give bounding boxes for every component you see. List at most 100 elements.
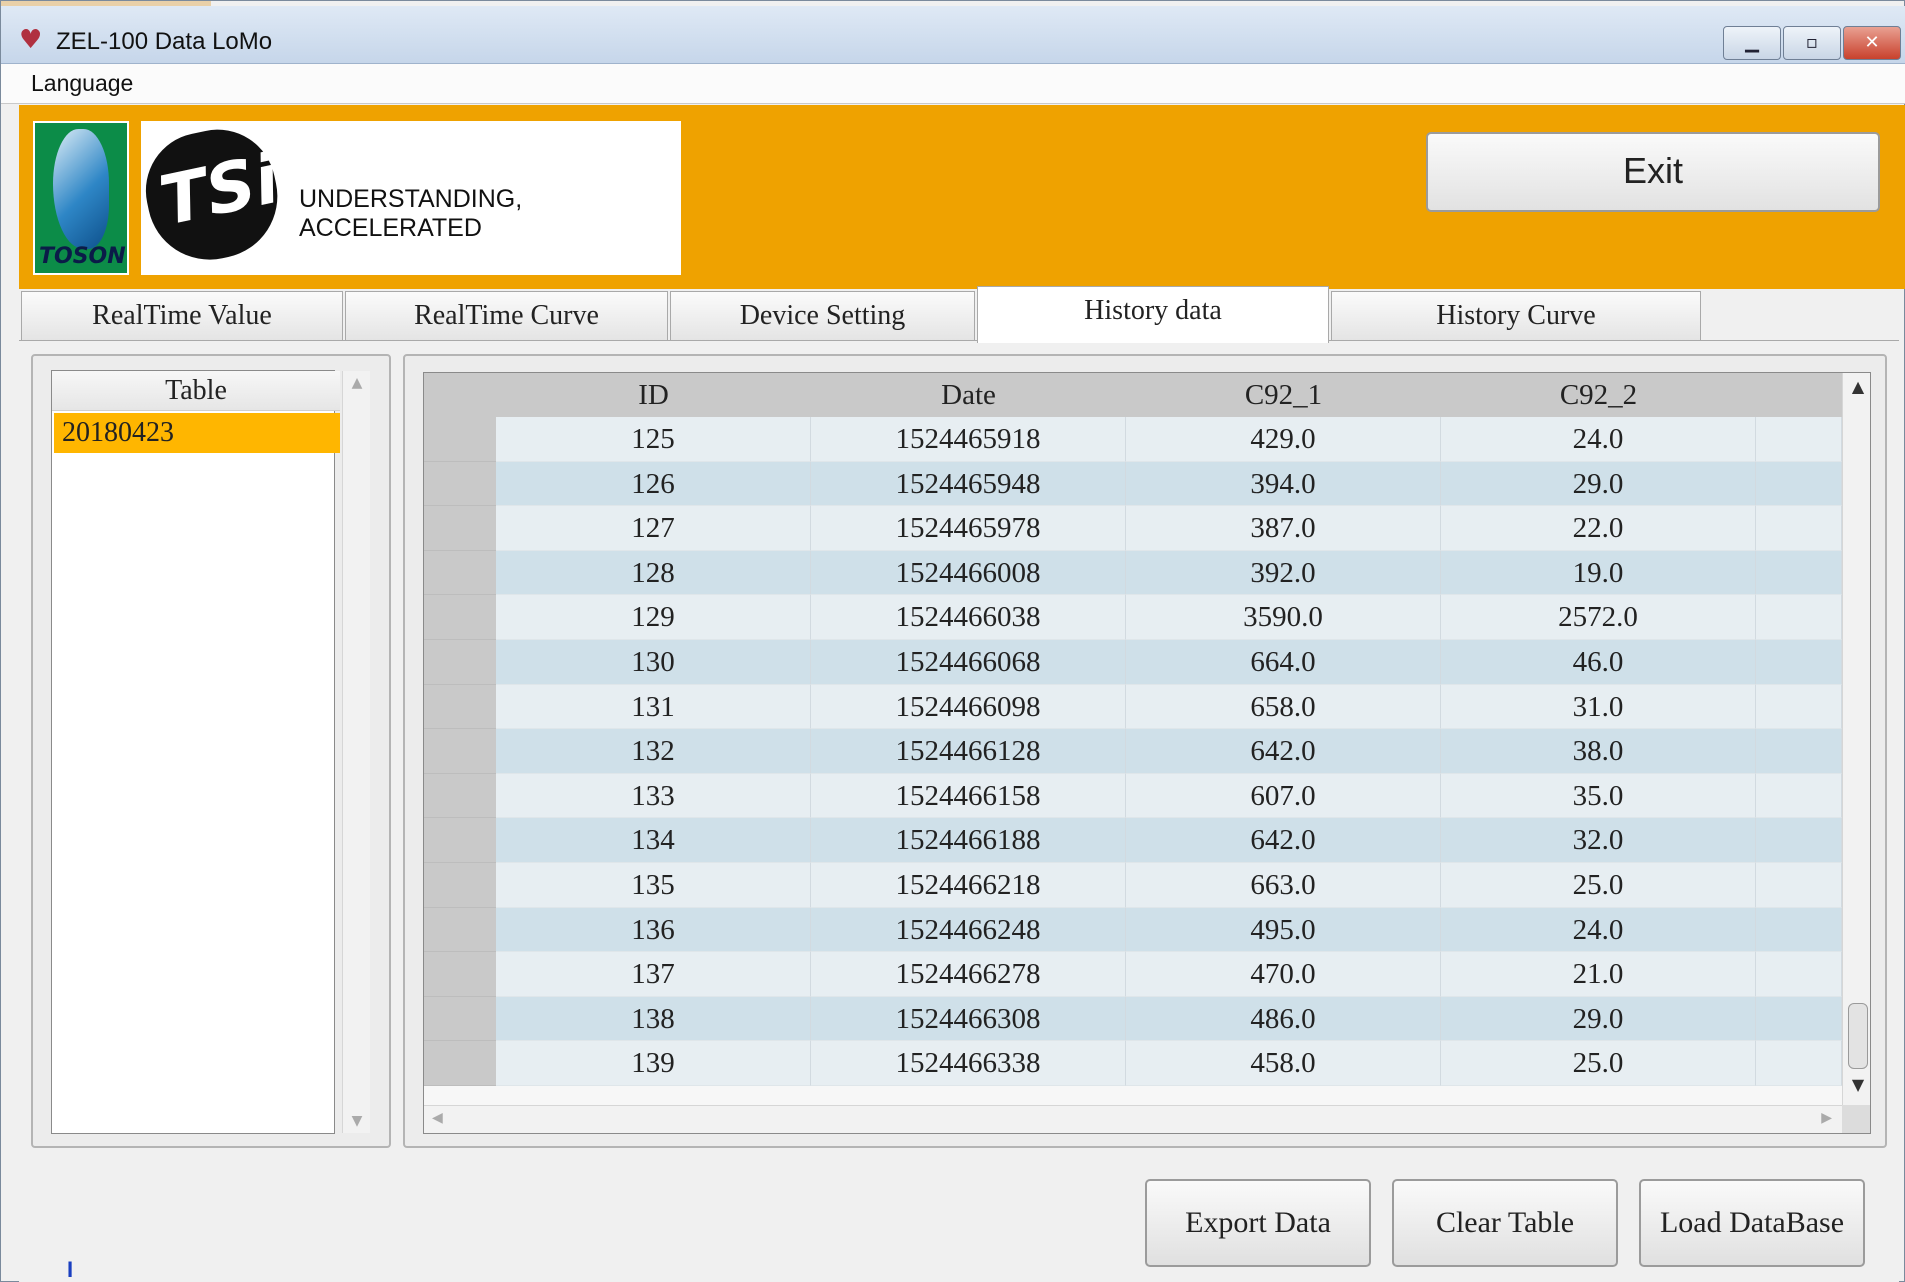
cell-id[interactable]: 132 xyxy=(496,729,811,774)
cell-id[interactable]: 125 xyxy=(496,417,811,462)
cell-c92-2[interactable]: 35.0 xyxy=(1441,773,1756,819)
table-row[interactable]: 135 1524466218 663.0 25.0 xyxy=(424,863,1842,908)
title-bar[interactable]: ♥ ZEL-100 Data LoMo ▁ ▫ ✕ xyxy=(1,6,1905,64)
cell-id[interactable]: 130 xyxy=(496,640,811,685)
cell-id[interactable]: 139 xyxy=(496,1041,811,1086)
scroll-thumb[interactable] xyxy=(1848,1003,1868,1069)
cell-c92-1[interactable]: 458.0 xyxy=(1126,1041,1441,1086)
maximize-button[interactable]: ▫ xyxy=(1783,26,1841,60)
cell-date[interactable]: 1524466218 xyxy=(811,863,1126,908)
cell-date[interactable]: 1524466038 xyxy=(811,595,1126,640)
scroll-up-icon[interactable]: ▲ xyxy=(343,375,371,391)
cell-c92-1[interactable]: 663.0 xyxy=(1126,863,1441,908)
row-header[interactable] xyxy=(424,417,496,462)
table-row[interactable]: 133 1524466158 607.0 35.0 xyxy=(424,773,1842,819)
tab-history-curve[interactable]: History Curve xyxy=(1331,291,1701,341)
cell-c92-1[interactable]: 387.0 xyxy=(1126,506,1441,551)
table-row[interactable]: 126 1524465948 394.0 29.0 xyxy=(424,461,1842,507)
history-data-grid[interactable]: ID Date C92_1 C92_2 125 1524465918 429.0 24… xyxy=(423,372,1871,1134)
cell-c92-2[interactable]: 31.0 xyxy=(1441,684,1756,730)
cell-c92-2[interactable]: 32.0 xyxy=(1441,818,1756,863)
cell-c92-1[interactable]: 664.0 xyxy=(1126,640,1441,685)
cell-id[interactable]: 137 xyxy=(496,952,811,997)
cell-id[interactable]: 135 xyxy=(496,863,811,908)
tab-device-setting[interactable]: Device Setting xyxy=(670,291,975,341)
row-header[interactable] xyxy=(424,595,496,640)
table-row[interactable]: 136 1524466248 495.0 24.0 xyxy=(424,907,1842,953)
load-database-button[interactable]: Load DataBase xyxy=(1639,1179,1865,1267)
cell-c92-2[interactable]: 2572.0 xyxy=(1441,595,1756,640)
scroll-left-icon[interactable]: ◀ xyxy=(432,1110,443,1126)
tab-realtime-curve[interactable]: RealTime Curve xyxy=(345,291,668,341)
column-header-id[interactable]: ID xyxy=(496,373,811,417)
cell-id[interactable]: 138 xyxy=(496,996,811,1042)
table-row[interactable]: 128 1524466008 392.0 19.0 xyxy=(424,550,1842,596)
table-row[interactable]: 129 1524466038 3590.0 2572.0 xyxy=(424,595,1842,640)
row-header[interactable] xyxy=(424,684,496,730)
cell-id[interactable]: 126 xyxy=(496,461,811,507)
table-row[interactable]: 139 1524466338 458.0 25.0 xyxy=(424,1041,1842,1086)
cell-date[interactable]: 1524465948 xyxy=(811,461,1126,507)
row-header[interactable] xyxy=(424,550,496,596)
scroll-down-icon[interactable]: ▼ xyxy=(343,1113,371,1129)
cell-date[interactable]: 1524466278 xyxy=(811,952,1126,997)
cell-date[interactable]: 1524466248 xyxy=(811,907,1126,953)
row-header[interactable] xyxy=(424,907,496,953)
cell-date[interactable]: 1524466308 xyxy=(811,996,1126,1042)
cell-c92-1[interactable]: 642.0 xyxy=(1126,818,1441,863)
cell-c92-2[interactable]: 25.0 xyxy=(1441,863,1756,908)
cell-c92-2[interactable]: 29.0 xyxy=(1441,461,1756,507)
row-header[interactable] xyxy=(424,1041,496,1086)
cell-date[interactable]: 1524466338 xyxy=(811,1041,1126,1086)
cell-c92-1[interactable]: 470.0 xyxy=(1126,952,1441,997)
scroll-down-icon[interactable]: ▼ xyxy=(1843,1075,1870,1094)
scroll-up-icon[interactable]: ▲ xyxy=(1843,377,1870,396)
cell-id[interactable]: 128 xyxy=(496,550,811,596)
cell-c92-2[interactable]: 46.0 xyxy=(1441,640,1756,685)
cell-id[interactable]: 127 xyxy=(496,506,811,551)
table-row[interactable]: 134 1524466188 642.0 32.0 xyxy=(424,818,1842,863)
column-header-c92-1[interactable]: C92_1 xyxy=(1126,373,1441,417)
grid-horizontal-scrollbar[interactable]: ◀ ▶ xyxy=(424,1105,1842,1133)
row-header[interactable] xyxy=(424,952,496,997)
column-header-date[interactable]: Date xyxy=(811,373,1126,417)
minimize-button[interactable]: ▁ xyxy=(1723,26,1781,60)
table-row[interactable]: 125 1524465918 429.0 24.0 xyxy=(424,417,1842,462)
close-button[interactable]: ✕ xyxy=(1843,26,1901,60)
row-header[interactable] xyxy=(424,863,496,908)
row-header[interactable] xyxy=(424,461,496,507)
export-data-button[interactable]: Export Data xyxy=(1145,1179,1371,1267)
cell-c92-2[interactable]: 22.0 xyxy=(1441,506,1756,551)
cell-c92-2[interactable]: 21.0 xyxy=(1441,952,1756,997)
column-header-c92-2[interactable]: C92_2 xyxy=(1441,373,1756,417)
cell-id[interactable]: 129 xyxy=(496,595,811,640)
cell-c92-2[interactable]: 29.0 xyxy=(1441,996,1756,1042)
cell-id[interactable]: 136 xyxy=(496,907,811,953)
cell-date[interactable]: 1524466158 xyxy=(811,773,1126,819)
cell-id[interactable]: 133 xyxy=(496,773,811,819)
table-row[interactable]: 138 1524466308 486.0 29.0 xyxy=(424,996,1842,1042)
clear-table-button[interactable]: Clear Table xyxy=(1392,1179,1618,1267)
tab-realtime-value[interactable]: RealTime Value xyxy=(21,291,343,341)
table-row[interactable]: 137 1524466278 470.0 21.0 xyxy=(424,952,1842,997)
row-header[interactable] xyxy=(424,818,496,863)
row-header[interactable] xyxy=(424,996,496,1042)
table-row[interactable]: 127 1524465978 387.0 22.0 xyxy=(424,506,1842,551)
table-row[interactable]: 131 1524466098 658.0 31.0 xyxy=(424,684,1842,730)
cell-c92-1[interactable]: 394.0 xyxy=(1126,461,1441,507)
tab-history-data[interactable]: History data xyxy=(977,286,1329,343)
cell-c92-1[interactable]: 642.0 xyxy=(1126,729,1441,774)
table-list-item[interactable]: 20180423 xyxy=(54,413,340,453)
cell-c92-2[interactable]: 38.0 xyxy=(1441,729,1756,774)
row-header[interactable] xyxy=(424,773,496,819)
grid-vertical-scrollbar[interactable]: ▲ ▼ xyxy=(1842,373,1870,1105)
cell-date[interactable]: 1524466008 xyxy=(811,550,1126,596)
table-row[interactable]: 130 1524466068 664.0 46.0 xyxy=(424,640,1842,685)
menu-language[interactable]: Language xyxy=(31,70,133,97)
cell-c92-1[interactable]: 429.0 xyxy=(1126,417,1441,462)
cell-c92-2[interactable]: 25.0 xyxy=(1441,1041,1756,1086)
exit-button[interactable]: Exit xyxy=(1426,132,1880,212)
cell-id[interactable]: 131 xyxy=(496,684,811,730)
cell-c92-2[interactable]: 24.0 xyxy=(1441,417,1756,462)
cell-date[interactable]: 1524466188 xyxy=(811,818,1126,863)
